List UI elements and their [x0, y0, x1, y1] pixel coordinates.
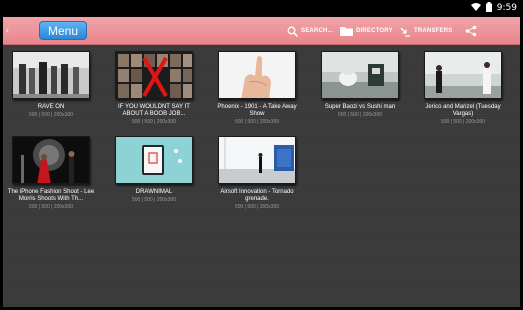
video-title: DRAWNIMAL — [135, 189, 173, 195]
video-thumbnail[interactable] — [12, 51, 90, 99]
status-bar: 9:59 — [0, 0, 523, 17]
video-title: Airsoft Innovation - Tornado grenade. — [220, 189, 294, 202]
search-icon — [287, 26, 298, 37]
app-screen: ‹ Menu SEARCH... DIRECTORY TRANSFERS RAV… — [3, 17, 520, 307]
video-title: The iPhone Fashion Shoot - Lee Morris Sh… — [7, 189, 95, 202]
video-meta: 500 | 500 | 200x300 — [234, 119, 280, 125]
action-bar: ‹ Menu SEARCH... DIRECTORY TRANSFERS — [3, 17, 520, 45]
share-icon — [465, 25, 477, 37]
search-label: SEARCH... — [301, 28, 334, 34]
transfers-label: TRANSFERS — [414, 28, 453, 34]
share-button[interactable] — [465, 23, 477, 39]
video-thumbnail[interactable] — [115, 51, 193, 99]
video-thumbnail[interactable] — [218, 51, 296, 99]
video-thumbnail[interactable] — [218, 136, 296, 184]
directory-label: DIRECTORY — [356, 28, 393, 34]
video-title: Phoenix - 1901 - A Take Away Show — [217, 104, 297, 117]
search-button[interactable]: SEARCH... — [287, 23, 333, 39]
video-thumbnail[interactable] — [424, 51, 502, 99]
video-thumbnail[interactable] — [12, 136, 90, 184]
video-title: IF YOU WOULDNT SAY IT ABOUT A BOOB JOB..… — [118, 104, 190, 117]
folder-icon — [340, 26, 353, 36]
video-thumbnail[interactable] — [321, 51, 399, 99]
battery-icon — [485, 2, 492, 14]
video-title: Jerico and Marizel (Tuesday Vargas) — [425, 104, 501, 117]
menu-button[interactable]: Menu — [39, 21, 87, 40]
video-meta: 500 | 500 | 200x300 — [337, 112, 383, 118]
video-meta: 500 | 500 | 200x300 — [28, 112, 74, 118]
video-meta: 500 | 500 | 200x300 — [131, 119, 177, 125]
video-meta: 500 | 500 | 200x300 — [440, 119, 486, 125]
video-thumbnail[interactable] — [115, 136, 193, 184]
video-title: Super Baozi vs Sushi man — [324, 104, 396, 110]
back-chevron-icon[interactable]: ‹ — [6, 25, 9, 35]
transfers-icon — [400, 26, 411, 37]
video-meta: 500 | 500 | 200x300 — [28, 204, 74, 210]
video-meta: 500 | 500 | 200x300 — [131, 197, 177, 203]
directory-button[interactable]: DIRECTORY — [340, 23, 393, 39]
status-time: 9:59 — [496, 3, 517, 13]
video-meta: 500 | 500 | 200x300 — [234, 204, 280, 210]
wifi-icon — [470, 2, 481, 14]
video-title: RAVE ON — [37, 104, 65, 110]
transfers-button[interactable]: TRANSFERS — [400, 23, 452, 39]
